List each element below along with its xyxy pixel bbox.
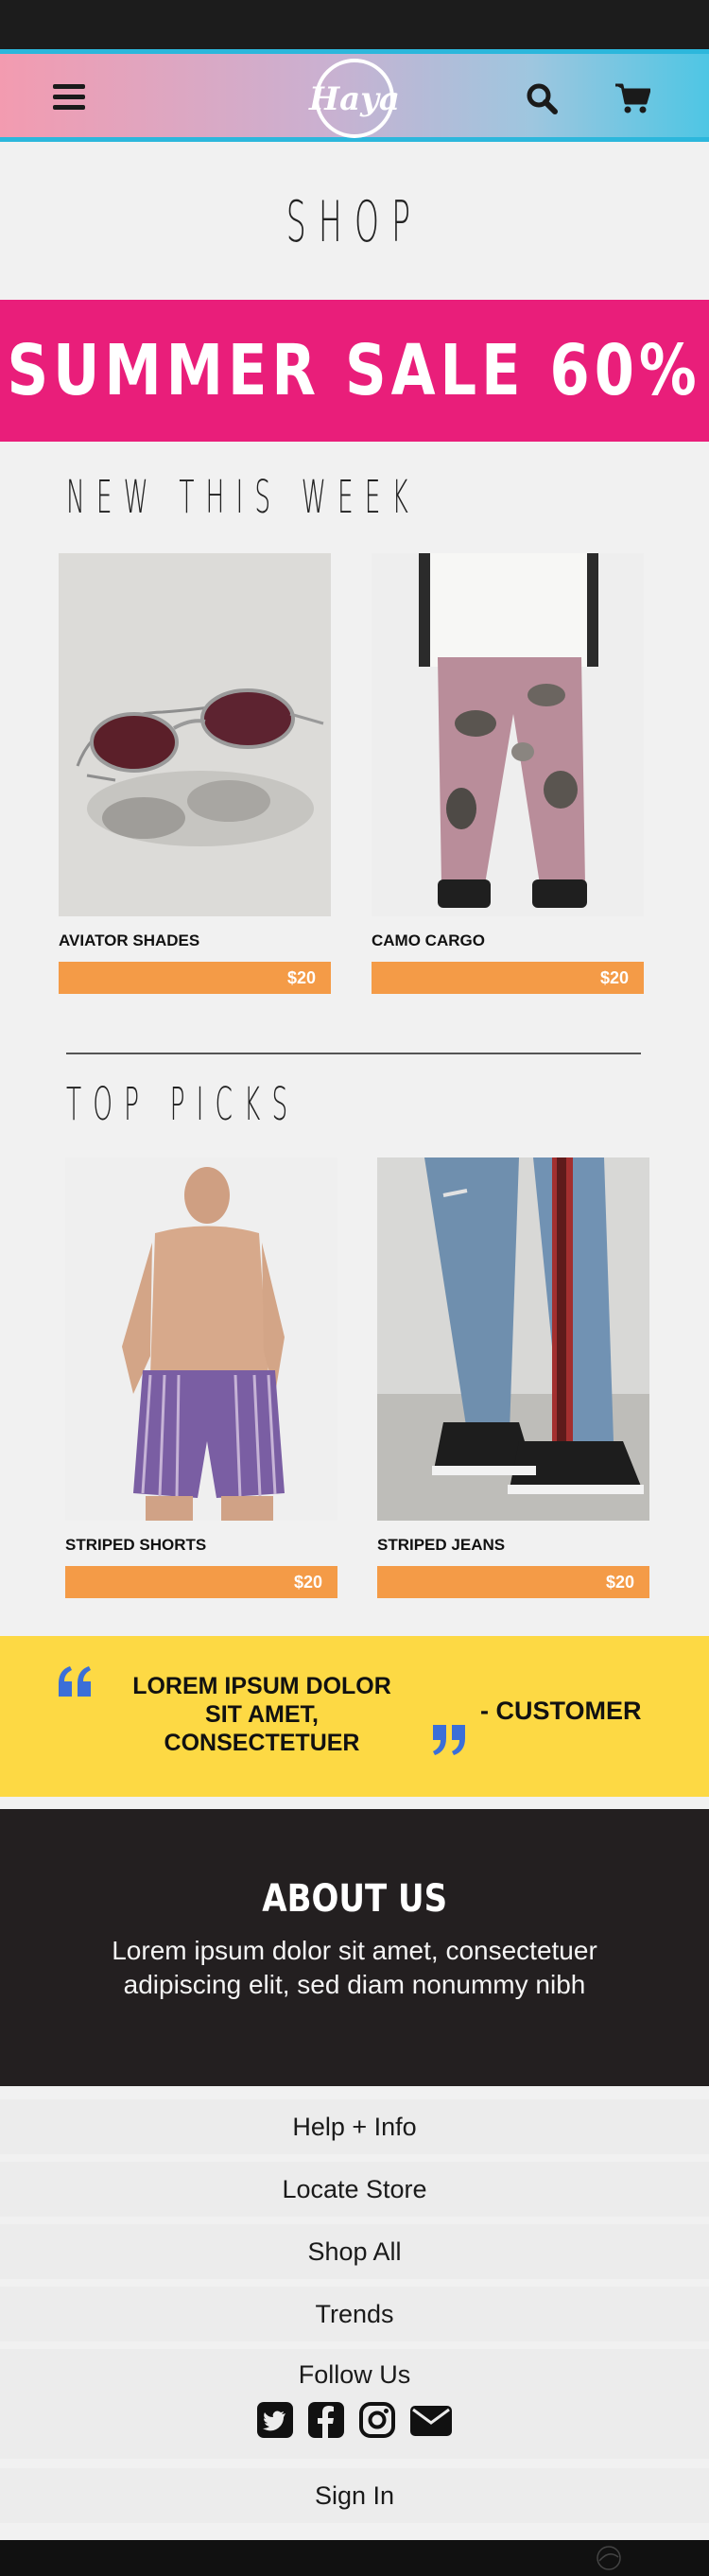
product-image-shorts [65,1157,337,1521]
top-status-bar [0,0,709,49]
search-icon[interactable] [526,82,558,114]
brand-logo[interactable]: Haya [307,57,402,140]
product-name: CAMO CARGO [372,931,485,949]
twitter-icon[interactable] [256,2401,294,2439]
instagram-icon[interactable] [358,2401,396,2439]
testimonial: LOREM IPSUM DOLOR SIT AMET, CONSECTETUER… [0,1636,709,1797]
close-quote-icon [433,1725,465,1755]
product-price-button[interactable]: $20 [372,962,644,994]
bottom-bar [0,2540,709,2576]
product-price-button[interactable]: $20 [59,962,331,994]
section-title-new: NEW THIS WEEK [66,471,420,524]
product-price-button[interactable]: $20 [65,1566,337,1598]
about-section: ABOUT US Lorem ipsum dolor sit amet, con… [0,1809,709,2086]
shopping-cart-icon[interactable] [614,82,651,114]
product-price-button[interactable]: $20 [377,1566,649,1598]
footer-link-trends[interactable]: Trends [0,2287,709,2341]
product-card-jeans[interactable]: STRIPED JEANS $20 [377,1157,649,1598]
page-title: SHOP [285,189,424,255]
facebook-icon[interactable] [307,2401,345,2439]
product-card-aviator[interactable]: AVIATOR SHADES $20 [59,553,331,994]
svg-text:Haya: Haya [308,80,400,118]
email-icon[interactable] [409,2401,453,2439]
footer-logo [597,2546,621,2570]
product-name: AVIATOR SHADES [59,931,200,949]
testimonial-text: LOREM IPSUM DOLOR SIT AMET, CONSECTETUER [132,1673,391,1756]
product-image-jeans [377,1157,649,1521]
hamburger-menu-icon[interactable] [53,84,85,111]
footer-follow: Follow Us [0,2349,709,2459]
footer-link-help[interactable]: Help + Info [0,2099,709,2154]
section-divider [66,1053,641,1054]
product-image-camo [372,553,644,916]
sale-banner-text: SUMMER SALE 60% [7,330,702,411]
product-name: STRIPED SHORTS [65,1536,207,1554]
section-title-top-picks: TOP PICKS [66,1078,300,1131]
testimonial-author: - CUSTOMER [480,1697,642,1725]
product-card-shorts[interactable]: STRIPED SHORTS $20 [65,1157,337,1598]
footer-link-locate[interactable]: Locate Store [0,2162,709,2217]
follow-us-label: Follow Us [298,2360,411,2389]
sign-in-button[interactable]: Sign In [0,2468,709,2523]
about-title: ABOUT US [262,1877,447,1921]
product-name: STRIPED JEANS [377,1536,506,1554]
site-header: Haya [0,49,709,142]
product-image-aviator [59,553,331,916]
about-body: Lorem ipsum dolor sit amet, consectetuer… [112,1936,597,1999]
product-card-camo[interactable]: CAMO CARGO $20 [372,553,644,994]
footer-link-shop-all[interactable]: Shop All [0,2224,709,2279]
sale-banner[interactable]: SUMMER SALE 60% [0,300,709,442]
open-quote-icon [59,1666,91,1697]
